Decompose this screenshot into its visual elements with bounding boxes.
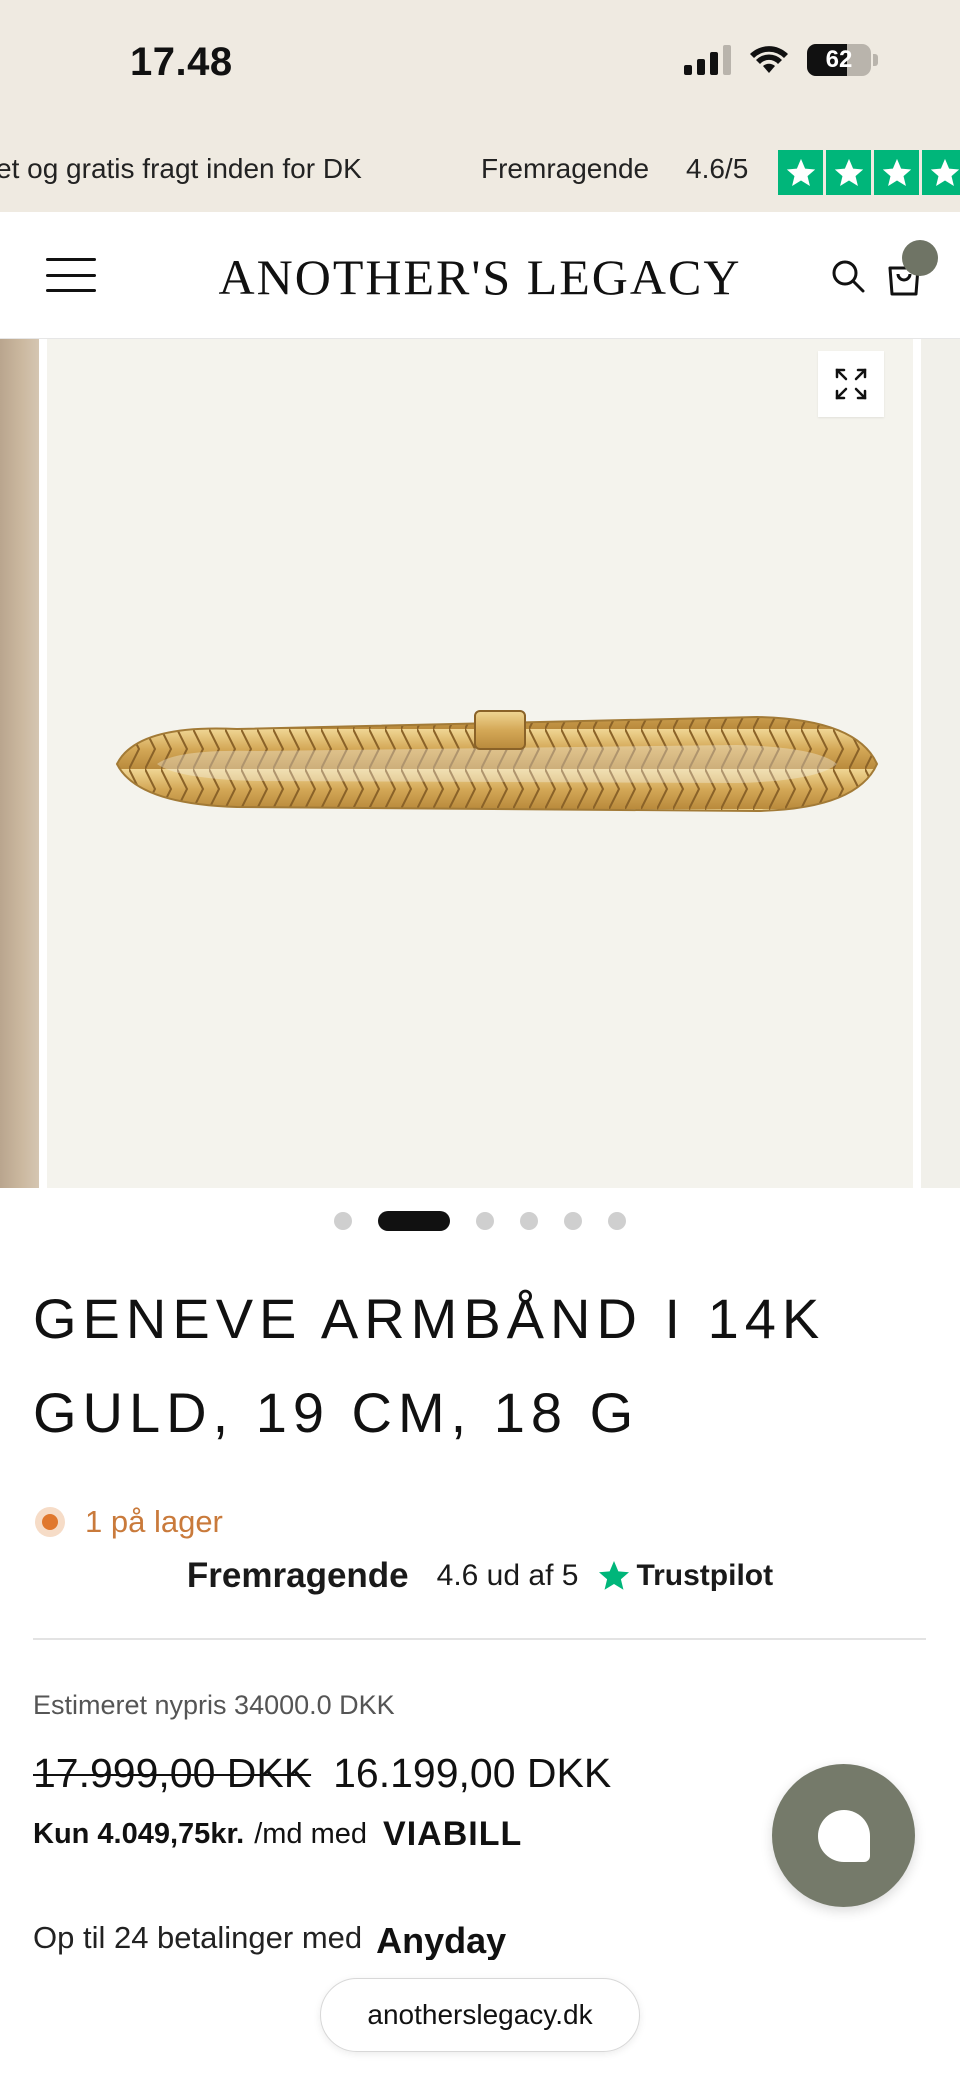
- gallery-dot-active[interactable]: [378, 1211, 450, 1231]
- battery-level: 62: [825, 46, 853, 73]
- site-logo[interactable]: ANOTHER'S LEGACY: [0, 248, 960, 306]
- product-title: GENEVE ARMBÅND I 14K GULD, 19 CM, 18 G: [33, 1287, 826, 1444]
- announcement-rating-score: 4.6/5: [686, 153, 749, 184]
- cart-badge: [902, 240, 938, 276]
- status-bar: 17.48 62: [0, 0, 960, 125]
- trustpilot-star-icon: [599, 1561, 630, 1590]
- trustpilot-brand: Trustpilot: [596, 1558, 773, 1594]
- announcement-text: et og gratis fragt inden for DK: [0, 153, 362, 184]
- anyday-logo: Anyday: [376, 1920, 507, 1960]
- status-icons: 62: [684, 44, 878, 76]
- trustpilot-score: 4.6 ud af 5: [436, 1559, 579, 1592]
- trustpilot-stars: [778, 150, 960, 195]
- viabill-amount: Kun 4.049,75kr.: [33, 1818, 245, 1850]
- stock-status: 1 på lager: [35, 1504, 223, 1540]
- trustpilot-label: Fremragende: [186, 1556, 409, 1595]
- product-gallery[interactable]: [0, 339, 960, 1188]
- star-icon: [826, 150, 871, 195]
- status-time: 17.48: [130, 40, 233, 84]
- star-icon: [922, 150, 960, 195]
- viabill-installment[interactable]: Kun 4.049,75kr. /md med VIABILL: [33, 1815, 522, 1854]
- cellular-signal-icon: [684, 45, 731, 75]
- divider: [33, 1638, 926, 1640]
- chat-bubble-icon: [817, 1809, 870, 1862]
- gallery-pagination: [0, 1211, 960, 1231]
- chat-button[interactable]: [772, 1764, 915, 1907]
- anyday-installment[interactable]: Op til 24 betalinger med Anyday: [33, 1920, 506, 1960]
- gallery-dot[interactable]: [608, 1212, 626, 1230]
- gold-bracelet-image: [115, 710, 879, 813]
- viabill-suffix: /md med: [254, 1818, 368, 1850]
- original-price: 17.999,00 DKK: [33, 1750, 312, 1796]
- anyday-text: Op til 24 betalinger med: [33, 1920, 363, 1955]
- trustpilot-widget[interactable]: Fremragende 4.6 ud af 5 Trustpilot: [0, 1556, 960, 1596]
- gallery-dot[interactable]: [334, 1212, 352, 1230]
- expand-icon: [835, 368, 867, 400]
- viabill-logo: VIABILL: [383, 1815, 523, 1853]
- stock-text: 1 på lager: [85, 1504, 223, 1539]
- browser-url-bar[interactable]: anotherslegacy.dk: [320, 1978, 640, 2052]
- estimated-new-price: Estimeret nypris 34000.0 DKK: [33, 1690, 395, 1720]
- star-icon: [874, 150, 919, 195]
- expand-image-button[interactable]: [818, 351, 884, 417]
- star-icon: [778, 150, 823, 195]
- price-row: 17.999,00 DKK 16.199,00 DKK: [33, 1750, 611, 1797]
- gallery-slide-current[interactable]: [47, 339, 913, 1188]
- sale-price: 16.199,00 DKK: [333, 1750, 612, 1796]
- battery-icon: 62: [807, 44, 878, 76]
- trustpilot-brand-label: Trustpilot: [636, 1559, 774, 1592]
- gallery-slide-next[interactable]: [921, 339, 960, 1188]
- announcement-rating-label: Fremragende: [481, 153, 650, 184]
- gallery-dot[interactable]: [520, 1212, 538, 1230]
- site-header: ANOTHER'S LEGACY: [0, 212, 960, 339]
- wifi-icon: [750, 46, 788, 73]
- gallery-dot[interactable]: [476, 1212, 494, 1230]
- search-icon[interactable]: [828, 256, 868, 296]
- stock-indicator-icon: [35, 1507, 65, 1537]
- gallery-dot[interactable]: [564, 1212, 582, 1230]
- gallery-slide-previous[interactable]: [0, 339, 39, 1188]
